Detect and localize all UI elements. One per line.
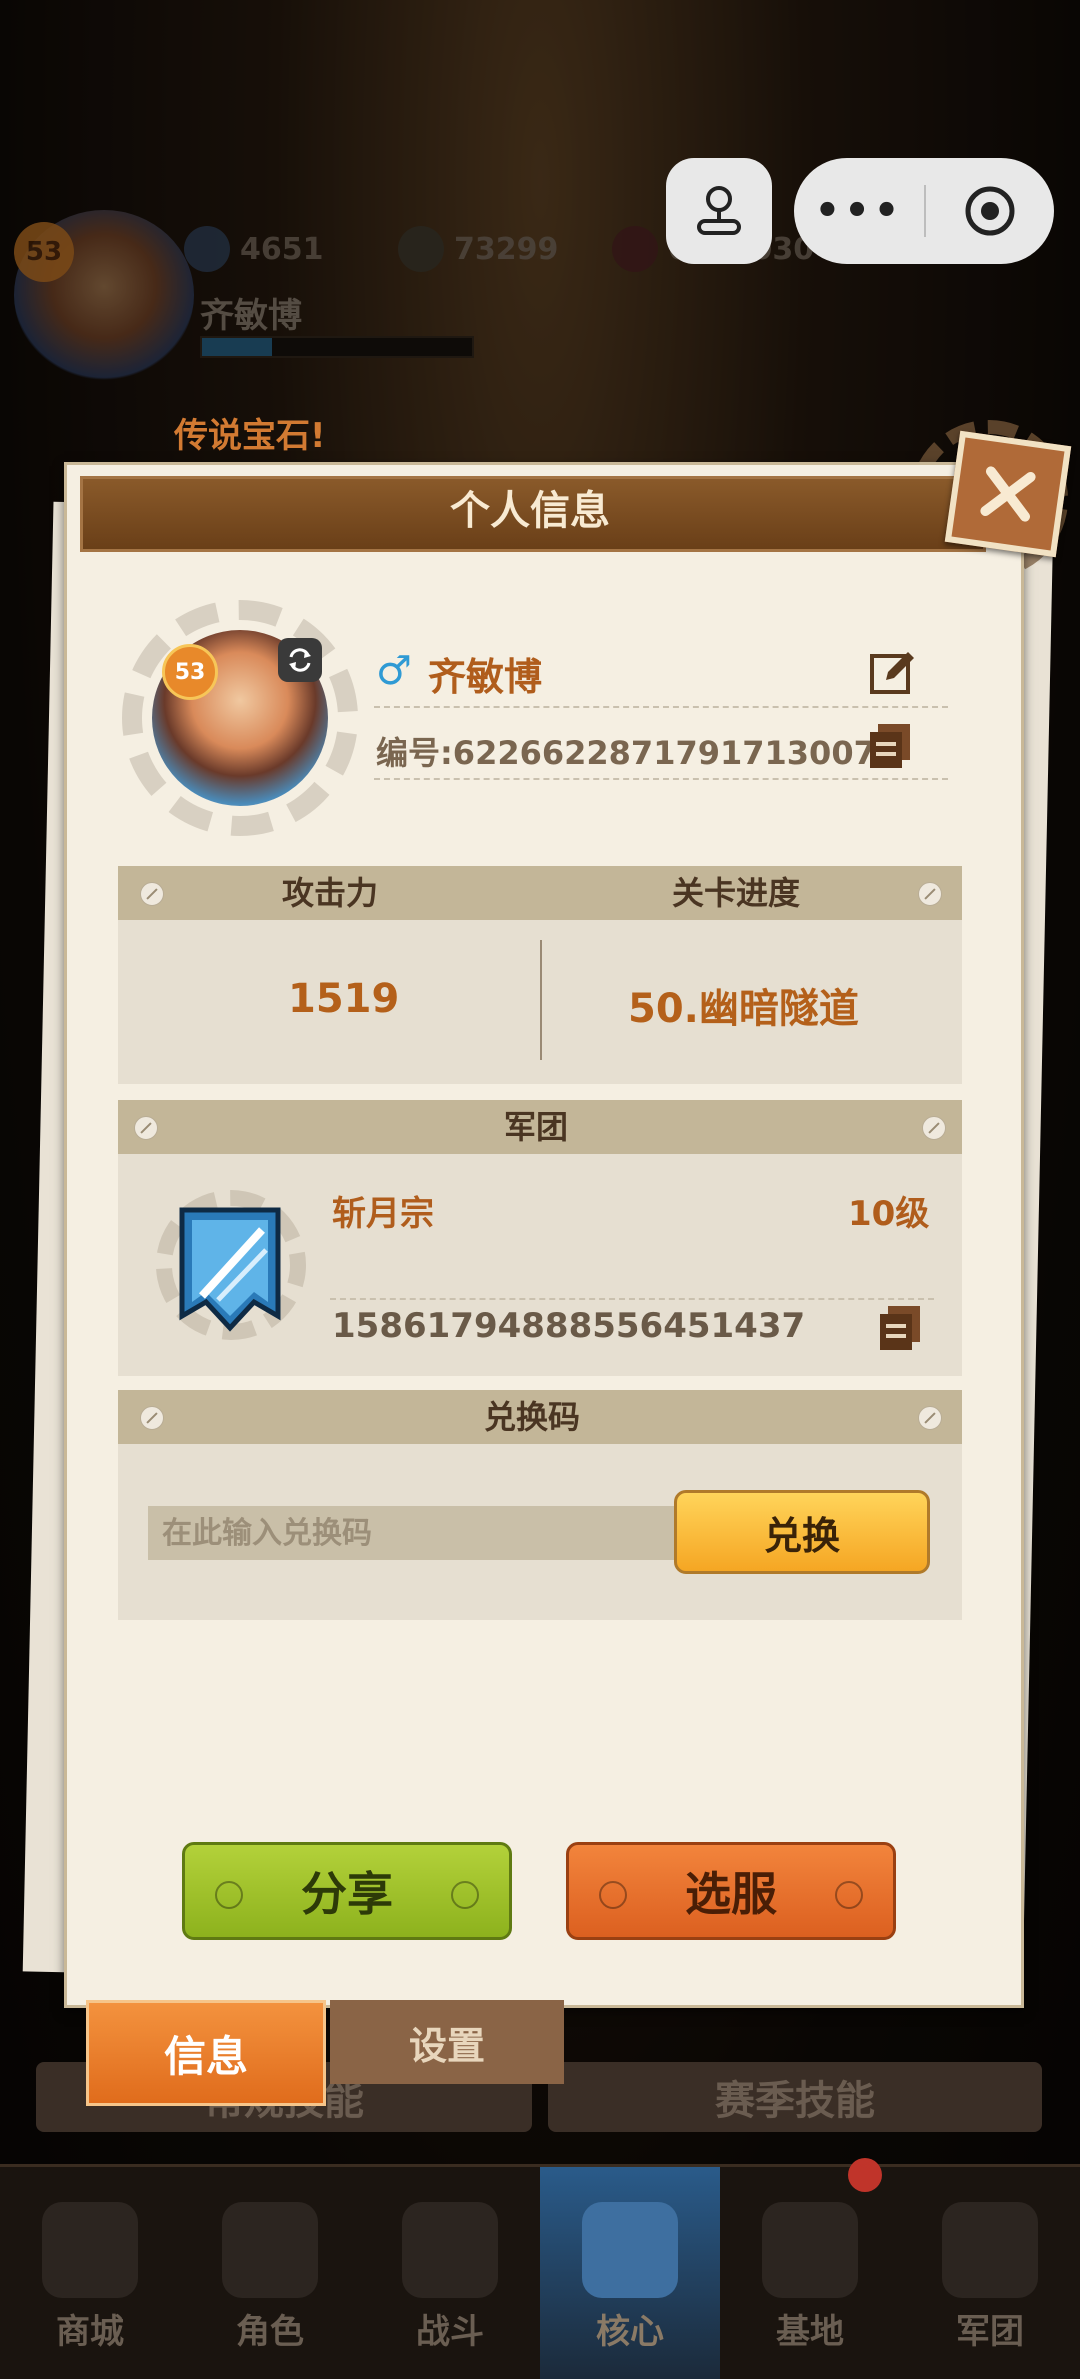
nav-item-shop[interactable]: 商城 (0, 2167, 180, 2379)
bottom-nav: 商城 角色 战斗 核心 基地 军团 (0, 2164, 1080, 2379)
legion-banner-icon (179, 1207, 281, 1332)
pin-icon (918, 1406, 942, 1430)
legion-header: 军团 (118, 1100, 962, 1154)
modal-title: 个人信息 (450, 488, 610, 534)
profile-divider (374, 706, 948, 708)
pin-icon (922, 1116, 946, 1140)
target-icon (965, 186, 1015, 236)
nav-item-base[interactable]: 基地 (720, 2167, 900, 2379)
pin-icon (140, 1406, 164, 1430)
legion-id: 15861794888556451437 (332, 1306, 806, 1346)
swap-icon (289, 648, 311, 672)
nav-label: 战斗 (416, 2312, 484, 2352)
bolt-icon (835, 1881, 863, 1909)
attack-label: 攻击力 (282, 874, 379, 912)
redeem-code-input[interactable] (148, 1506, 678, 1560)
character-icon (222, 2202, 318, 2298)
bolt-icon (215, 1881, 243, 1909)
legion-level: 10级 (848, 1194, 930, 1234)
stats-header: 攻击力 关卡进度 (118, 866, 962, 920)
nav-label: 商城 (56, 2312, 124, 2352)
bolt-icon (599, 1881, 627, 1909)
copy-icon (880, 1306, 920, 1350)
nav-label: 军团 (956, 2312, 1024, 2352)
shop-icon (42, 2202, 138, 2298)
nav-item-core[interactable]: 核心 (540, 2167, 720, 2379)
profile-divider-2 (374, 778, 948, 780)
share-button-label: 分享 (301, 1867, 393, 1921)
close-button[interactable] (944, 430, 1072, 558)
select-server-button[interactable]: 选服 (566, 1842, 896, 1940)
season-skills-tab[interactable]: 赛季技能 (548, 2062, 1042, 2132)
nav-item-battle[interactable]: 战斗 (360, 2167, 540, 2379)
player-id: 编号:6226622871791713007 (376, 734, 876, 772)
ticker-text: 传说宝石! (174, 416, 326, 456)
stats-divider (540, 940, 542, 1060)
close-icon (980, 466, 1036, 522)
legion-name: 斩月宗 (332, 1194, 434, 1234)
base-tower-icon (762, 2202, 858, 2298)
copy-id-button[interactable] (866, 722, 914, 770)
pin-icon (140, 882, 164, 906)
edit-name-button[interactable] (868, 648, 918, 698)
bolt-icon (451, 1881, 479, 1909)
edit-icon (870, 652, 914, 694)
nav-label: 基地 (776, 2312, 844, 2352)
nav-item-legion[interactable]: 军团 (900, 2167, 1080, 2379)
tab-settings[interactable]: 设置 (330, 2000, 564, 2084)
copy-legion-id-button[interactable] (876, 1304, 924, 1352)
copy-icon (870, 724, 910, 768)
attack-value: 1519 (288, 976, 400, 1022)
core-emblem-icon (582, 2202, 678, 2298)
nav-label: 角色 (236, 2312, 304, 2352)
share-button[interactable]: 分享 (182, 1842, 512, 1940)
miniprogram-capsule: ••• (794, 158, 1054, 264)
joystick-icon (697, 186, 741, 235)
nav-item-character[interactable]: 角色 (180, 2167, 360, 2379)
tab-info[interactable]: 信息 (86, 2000, 326, 2106)
avatar-level-badge: 53 (162, 644, 218, 700)
legion-label: 军团 (504, 1108, 569, 1146)
notification-badge (848, 2158, 882, 2192)
close-miniprogram-button[interactable] (926, 183, 1054, 239)
more-menu-button[interactable]: ••• (794, 188, 924, 234)
redeem-header: 兑换码 (118, 1390, 962, 1444)
gender-male-icon: ♂ (376, 648, 412, 694)
profile-name: 齐敏博 (428, 655, 543, 699)
pin-icon (918, 882, 942, 906)
legion-divider (330, 1298, 934, 1300)
select-server-label: 选服 (685, 1867, 777, 1921)
pin-icon (134, 1116, 158, 1140)
progress-label: 关卡进度 (672, 874, 801, 912)
progress-value: 50.幽暗隧道 (628, 986, 859, 1032)
change-avatar-button[interactable] (278, 638, 322, 682)
legion-shield-icon (942, 2202, 1038, 2298)
game-joystick-button[interactable] (666, 158, 772, 264)
redeem-button[interactable]: 兑换 (674, 1490, 930, 1574)
redeem-label: 兑换码 (484, 1398, 581, 1436)
battle-guns-icon (402, 2202, 498, 2298)
nav-label: 核心 (596, 2312, 664, 2352)
